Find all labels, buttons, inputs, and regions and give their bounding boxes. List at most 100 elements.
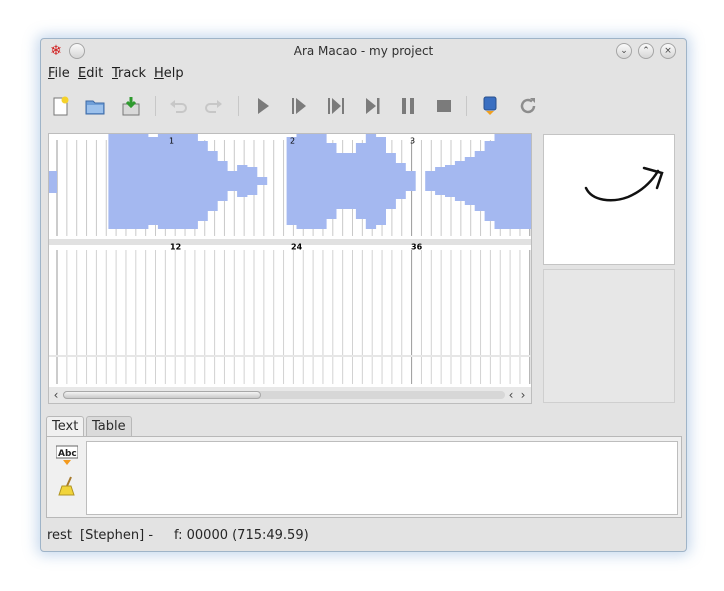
waveform-bar: [316, 134, 327, 229]
status-frame: f: 00000 (715:49.59): [174, 528, 309, 543]
bar-marker: 1: [169, 137, 174, 146]
horizontal-scrollbar[interactable]: ‹ ‹ ›: [48, 387, 532, 404]
toolbar-separator: [155, 96, 156, 116]
menu-track[interactable]: Track: [112, 66, 146, 81]
waveform-bar: [494, 134, 505, 229]
waveform-bar: [256, 177, 268, 185]
status-user: [Stephen] -: [80, 528, 154, 543]
svg-text:Abc: Abc: [58, 449, 77, 459]
waveform-bar: [138, 134, 149, 229]
waveform-bar: [207, 151, 218, 211]
scroll-track[interactable]: [63, 391, 505, 399]
menu-help-accel: H: [154, 66, 164, 81]
waveform-bar: [247, 167, 258, 195]
skip-end-icon[interactable]: [360, 94, 384, 118]
waveform-bar: [365, 134, 377, 229]
beat-marker: 12: [170, 243, 181, 252]
bar-marker: 3: [410, 137, 415, 146]
waveform-bar: [336, 153, 347, 209]
waveform-bar: [157, 134, 169, 229]
new-file-icon[interactable]: [48, 94, 72, 118]
curve-stroke-icon: [584, 166, 664, 202]
beat-marker: 36: [411, 243, 423, 252]
close-button[interactable]: ×: [660, 43, 676, 59]
waveform-bar: [385, 153, 396, 209]
waveform-bar: [187, 134, 198, 229]
waveform-bar: [395, 163, 406, 199]
waveform-bar: [346, 153, 357, 209]
menu-help-label: elp: [163, 66, 184, 81]
tab-text[interactable]: Text: [46, 416, 85, 437]
waveform-bar: [355, 143, 367, 219]
waveform-bar: [118, 134, 129, 229]
waveform-bar: [167, 134, 179, 229]
waveform-bar: [286, 137, 297, 225]
menu-track-label: rack: [118, 66, 147, 81]
waveform-bar: [296, 134, 307, 229]
waveform-bar: [326, 143, 337, 219]
refresh-icon[interactable]: [516, 94, 540, 118]
stop-icon[interactable]: [432, 94, 456, 118]
waveform-bar: [454, 161, 466, 201]
waveform-bar: [128, 134, 139, 229]
waveform-bar: [425, 171, 436, 191]
play-next-icon[interactable]: [324, 94, 348, 118]
scroll-left-icon[interactable]: ‹: [50, 387, 62, 403]
menu-edit-label: dit: [86, 66, 104, 81]
app-window: ❄ Ara Macao - my project ⌄ ⌃ × File Edit…: [40, 38, 687, 552]
waveform-bar: [375, 137, 386, 225]
menu-bar: File Edit Track Help: [41, 64, 686, 84]
waveform-bar: [148, 137, 159, 225]
spellcheck-icon[interactable]: Abc: [55, 445, 79, 467]
waveform-bar: [484, 141, 495, 221]
window-title: Ara Macao - my project: [293, 44, 434, 58]
waveform-bar: [217, 161, 228, 201]
scroll-thumb[interactable]: [63, 391, 261, 399]
tab-table[interactable]: Table: [86, 416, 132, 436]
open-folder-icon[interactable]: [83, 94, 107, 118]
beat-marker: 24: [291, 243, 303, 252]
waveform-bar: [306, 134, 317, 229]
lyrics-text-area[interactable]: [86, 441, 678, 515]
text-tab-panel: Abc: [46, 436, 682, 518]
play-from-icon[interactable]: [287, 94, 311, 118]
waveform-bar: [197, 141, 208, 221]
minimize-button[interactable]: ⌄: [616, 43, 632, 59]
scroll-left-icon[interactable]: ‹: [505, 387, 517, 403]
toolbar-separator: [238, 96, 239, 116]
waveform-bar: [435, 167, 446, 195]
waveform-bar: [504, 134, 515, 229]
waveform-bar: [227, 171, 238, 191]
waveform-bar: [445, 165, 456, 197]
menu-file-label: ile: [54, 66, 70, 81]
undo-icon[interactable]: [166, 94, 190, 118]
waveform-bar: [405, 171, 416, 191]
scroll-right-icon[interactable]: ›: [517, 387, 529, 403]
waveform-bar: [514, 134, 525, 229]
pause-icon[interactable]: [396, 94, 420, 118]
bar-marker: 2: [290, 137, 295, 146]
drawing-pad[interactable]: [543, 134, 675, 265]
waveform-bar: [524, 134, 531, 229]
status-mode: rest: [47, 528, 72, 543]
play-icon[interactable]: [251, 94, 275, 118]
menu-help[interactable]: Help: [154, 66, 184, 81]
waveform-bar: [474, 151, 485, 211]
waveform-bar: [464, 157, 476, 205]
record-icon[interactable]: [478, 94, 502, 118]
maximize-button[interactable]: ⌃: [638, 43, 654, 59]
clear-broom-icon[interactable]: [57, 475, 79, 497]
waveform-bar: [108, 134, 119, 229]
waveform-bar: [237, 165, 248, 197]
score-canvas[interactable]: 1 2 3 12 24 36: [49, 134, 531, 388]
save-icon[interactable]: [119, 94, 143, 118]
status-bar: rest [Stephen] - f: 00000 (715:49.59): [41, 524, 686, 548]
menu-edit[interactable]: Edit: [78, 66, 103, 81]
score-view[interactable]: 1 2 3 12 24 36: [48, 133, 532, 389]
waveform-bar: [177, 134, 188, 229]
toolbar: [41, 89, 686, 123]
redo-icon[interactable]: [202, 94, 226, 118]
menu-edit-accel: E: [78, 66, 87, 81]
menu-file[interactable]: File: [48, 66, 70, 81]
title-bar: ❄ Ara Macao - my project ⌄ ⌃ ×: [41, 39, 686, 63]
